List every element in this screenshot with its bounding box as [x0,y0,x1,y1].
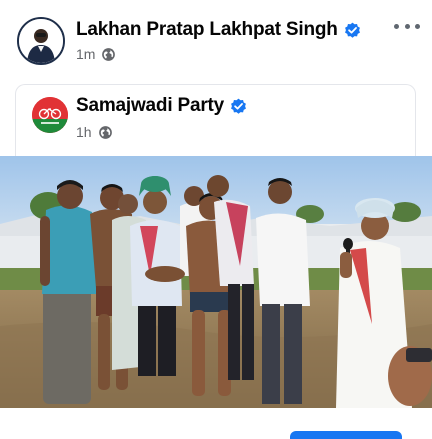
post-header: Lakhan Pratap Lakhpat Singh 1m [0,0,432,76]
post-photo[interactable] [0,156,432,408]
shared-post-header: Samajwadi Party 1h [15,84,416,160]
verified-badge-icon [344,22,360,38]
more-options-icon[interactable] [392,16,422,36]
globe-icon [102,47,116,61]
post-timestamp[interactable]: 1m [76,46,95,62]
shared-author-row: Samajwadi Party [76,94,247,118]
author-name-row: Lakhan Pratap Lakhpat Singh [76,18,361,42]
action-button[interactable] [290,431,402,439]
shared-author-name[interactable]: Samajwadi Party [76,95,224,117]
post-meta: 1m [76,45,116,63]
party-avatar[interactable] [32,97,68,133]
shared-post-meta: 1h [76,123,113,141]
shared-post-timestamp[interactable]: 1h [76,124,92,140]
verified-badge-icon [231,98,246,114]
author-avatar[interactable] [17,17,65,65]
author-name[interactable]: Lakhan Pratap Lakhpat Singh [76,19,338,41]
post-card: Lakhan Pratap Lakhpat Singh 1m Samajwadi… [0,0,432,439]
globe-icon [98,125,112,139]
